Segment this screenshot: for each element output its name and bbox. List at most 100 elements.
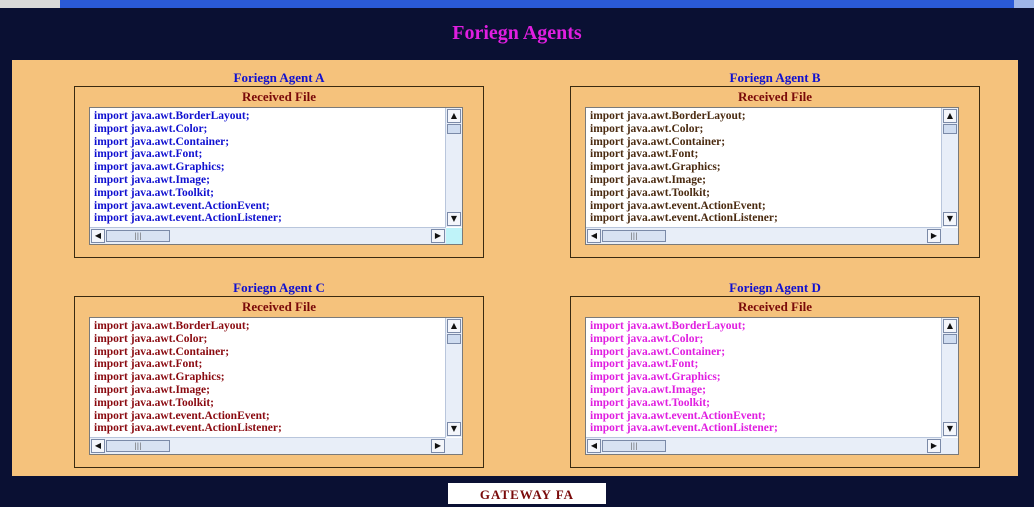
file-line: import java.awt.BorderLayout;	[590, 320, 746, 332]
horizontal-scrollbar[interactable]: ◀ ||| ▶	[586, 437, 942, 454]
file-line: import java.awt.Toolkit;	[94, 186, 215, 199]
file-line: import java.awt.Toolkit;	[590, 186, 711, 199]
received-file-box: Received File import java.awt.BorderLayou…	[74, 296, 484, 468]
agent-title: Foriegn Agent D	[729, 280, 821, 295]
main-frame: Foriegn Agents Foriegn Agent A Received F…	[8, 8, 1026, 504]
right-arrow-icon[interactable]: ▶	[431, 439, 445, 453]
right-arrow-icon[interactable]: ▶	[431, 229, 445, 243]
file-line: import java.awt.event.ActionEvent;	[94, 409, 270, 422]
file-line: import java.awt.BorderLayout;	[94, 320, 250, 332]
file-line: import java.awt.event.ActionEvent;	[590, 199, 766, 212]
received-file-textarea[interactable]: import java.awt.BorderLayout; import java…	[585, 107, 959, 245]
file-line: import java.awt.event.ActionEvent;	[94, 199, 270, 212]
horizontal-scroll-thumb[interactable]: |||	[602, 440, 666, 452]
horizontal-scrollbar[interactable]: ◀ ||| ▶	[90, 437, 446, 454]
horizontal-scroll-thumb[interactable]: |||	[602, 230, 666, 242]
up-arrow-icon[interactable]: ▲	[447, 319, 461, 333]
file-line: import java.awt.Font;	[94, 148, 203, 161]
vertical-scroll-thumb[interactable]	[447, 334, 461, 344]
file-content: import java.awt.BorderLayout; import java…	[94, 320, 442, 435]
gateway-button[interactable]: GATEWAY FA	[448, 483, 606, 504]
received-file-title: Received File	[738, 89, 812, 104]
file-line: import java.awt.Container;	[94, 345, 230, 358]
scroll-corner	[942, 228, 958, 244]
received-file-box: Received File import java.awt.BorderLayou…	[570, 86, 980, 258]
scroll-corner	[446, 438, 462, 454]
up-arrow-icon[interactable]: ▲	[943, 109, 957, 123]
top-strip-left	[0, 0, 60, 8]
left-arrow-icon[interactable]: ◀	[587, 229, 601, 243]
file-line: import java.awt.Color;	[590, 122, 704, 135]
file-line: import java.awt.Font;	[590, 358, 699, 371]
file-line: import java.awt.event.ActionEvent;	[590, 409, 766, 422]
received-file-box: Received File import java.awt.BorderLayou…	[74, 86, 484, 258]
horizontal-scroll-thumb[interactable]: |||	[106, 230, 170, 242]
left-arrow-icon[interactable]: ◀	[587, 439, 601, 453]
up-arrow-icon[interactable]: ▲	[943, 319, 957, 333]
horizontal-scrollbar[interactable]: ◀ ||| ▶	[586, 227, 942, 244]
file-line: import java.awt.Color;	[94, 122, 208, 135]
file-line: import java.awt.Graphics;	[590, 161, 721, 174]
gateway-label: GATEWAY FA	[479, 487, 575, 502]
vertical-scrollbar[interactable]: ▲ ▼	[445, 318, 462, 437]
file-line: import java.awt.Container;	[590, 135, 726, 148]
vertical-scrollbar[interactable]: ▲ ▼	[941, 108, 958, 227]
file-line: import java.awt.Color;	[590, 332, 704, 345]
file-line: import java.awt.Font;	[94, 358, 203, 371]
file-line: import java.awt.event.ActionListener;	[590, 422, 778, 435]
received-file-textarea[interactable]: import java.awt.BorderLayout; import java…	[89, 107, 463, 245]
horizontal-scroll-thumb[interactable]: |||	[106, 440, 170, 452]
file-line: import java.awt.Graphics;	[590, 371, 721, 384]
agent-title: Foriegn Agent A	[233, 70, 325, 85]
agent-title: Foriegn Agent C	[233, 280, 325, 295]
received-file-title: Received File	[738, 299, 812, 314]
file-line: import java.awt.Image;	[590, 383, 706, 396]
file-line: import java.awt.BorderLayout;	[94, 110, 250, 122]
vertical-scrollbar[interactable]: ▲ ▼	[445, 108, 462, 227]
file-line: import java.awt.Image;	[94, 173, 210, 186]
vertical-scroll-thumb[interactable]	[943, 334, 957, 344]
file-line: import java.awt.Graphics;	[94, 371, 225, 384]
file-line: import java.awt.event.ActionListener;	[590, 212, 778, 225]
left-arrow-icon[interactable]: ◀	[91, 229, 105, 243]
down-arrow-icon[interactable]: ▼	[447, 212, 461, 226]
file-line: import java.awt.BorderLayout;	[590, 110, 746, 122]
file-content: import java.awt.BorderLayout; import java…	[590, 320, 938, 435]
file-line: import java.awt.Font;	[590, 148, 699, 161]
vertical-scrollbar[interactable]: ▲ ▼	[941, 318, 958, 437]
file-line: import java.awt.Image;	[94, 383, 210, 396]
down-arrow-icon[interactable]: ▼	[447, 422, 461, 436]
file-content: import java.awt.BorderLayout; import java…	[94, 110, 442, 225]
received-file-textarea[interactable]: import java.awt.BorderLayout; import java…	[585, 317, 959, 455]
file-line: import java.awt.event.ActionListener;	[94, 422, 282, 435]
file-content: import java.awt.BorderLayout; import java…	[590, 110, 938, 225]
vertical-scroll-thumb[interactable]	[447, 124, 461, 134]
horizontal-scrollbar[interactable]: ◀ ||| ▶	[90, 227, 446, 244]
down-arrow-icon[interactable]: ▼	[943, 422, 957, 436]
file-line: import java.awt.Color;	[94, 332, 208, 345]
vertical-scroll-thumb[interactable]	[943, 124, 957, 134]
scroll-corner	[446, 228, 462, 244]
file-line: import java.awt.event.ActionListener;	[94, 212, 282, 225]
file-line: import java.awt.Image;	[590, 173, 706, 186]
scroll-corner	[942, 438, 958, 454]
received-file-title: Received File	[242, 299, 316, 314]
up-arrow-icon[interactable]: ▲	[447, 109, 461, 123]
file-line: import java.awt.Graphics;	[94, 161, 225, 174]
top-strip-right	[1014, 0, 1034, 8]
file-line: import java.awt.Container;	[94, 135, 230, 148]
agent-title: Foriegn Agent B	[729, 70, 821, 85]
down-arrow-icon[interactable]: ▼	[943, 212, 957, 226]
right-arrow-icon[interactable]: ▶	[927, 229, 941, 243]
right-arrow-icon[interactable]: ▶	[927, 439, 941, 453]
file-line: import java.awt.Container;	[590, 345, 726, 358]
agents-panel: Foriegn Agent A Received File import java.…	[12, 60, 1018, 476]
file-line: import java.awt.Toolkit;	[590, 396, 711, 409]
page-title: Foriegn Agents	[452, 22, 582, 44]
received-file-box: Received File import java.awt.BorderLayou…	[570, 296, 980, 468]
received-file-textarea[interactable]: import java.awt.BorderLayout; import java…	[89, 317, 463, 455]
received-file-title: Received File	[242, 89, 316, 104]
top-strip	[0, 0, 1034, 8]
file-line: import java.awt.Toolkit;	[94, 396, 215, 409]
left-arrow-icon[interactable]: ◀	[91, 439, 105, 453]
